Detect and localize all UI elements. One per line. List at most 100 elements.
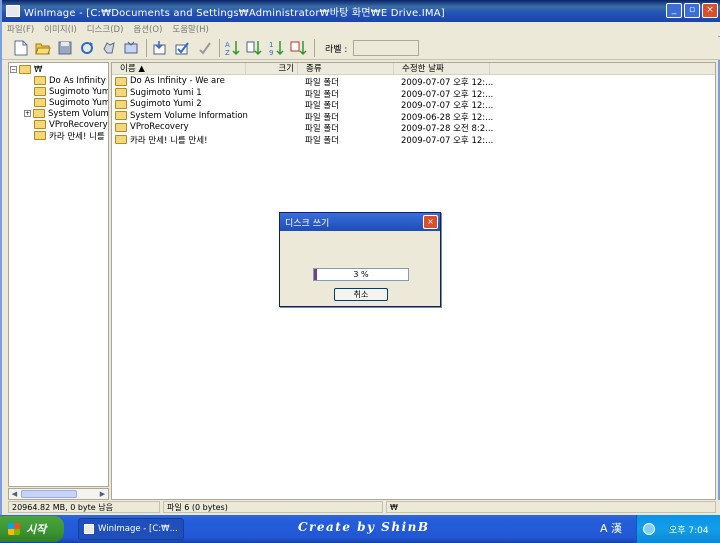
row-type: 파일 폴더 — [305, 101, 339, 111]
table-row[interactable]: Do As Infinity - We are 파일 폴더 2009-07-07… — [112, 76, 715, 88]
taskbar-item-winimage[interactable]: WinImage - [C:₩... — [78, 518, 184, 540]
title-bar[interactable]: WinImage - [C:₩Documents and Settings₩Ad… — [2, 0, 720, 22]
row-name: 카라 만세! 니를 만세! — [130, 135, 208, 146]
progress-bar: 3 % — [313, 268, 409, 281]
tree-item-label: Do As Infinity - We are — [49, 75, 108, 86]
sort-ext-icon[interactable] — [246, 39, 264, 57]
row-name: VProRecovery — [130, 122, 189, 132]
folder-icon — [115, 122, 127, 132]
table-row[interactable]: VProRecovery 파일 폴더 2009-07-28 오전 8:2... — [112, 122, 715, 134]
status-file-count: 파일 6 (0 bytes) — [163, 501, 383, 513]
folder-icon — [34, 87, 46, 96]
winimage-window: WinImage - [C:₩Documents and Settings₩Ad… — [0, 0, 720, 515]
status-free-space: 20964.82 MB, 0 byte 남음 — [8, 501, 160, 513]
hand-icon[interactable] — [100, 39, 118, 57]
system-tray: 오후 7:04 — [636, 515, 720, 543]
sort-size-icon[interactable]: 19 — [268, 39, 286, 57]
row-name: Sugimoto Yumi 2 — [130, 99, 202, 109]
row-type: 파일 폴더 — [305, 112, 339, 123]
row-date: 2009-07-28 오전 8:2... — [401, 124, 494, 134]
menu-help[interactable]: 도움말(H) — [167, 23, 213, 35]
tree-root[interactable]: − ₩ — [10, 64, 42, 75]
menu-image[interactable]: 이미지(I) — [39, 23, 82, 35]
menu-disk[interactable]: 디스크(D) — [82, 23, 129, 35]
tree-item[interactable]: VProRecovery — [34, 119, 108, 130]
row-date: 2009-06-28 오후 12:... — [401, 112, 494, 123]
sort-az-icon[interactable]: AZ — [224, 39, 242, 57]
svg-text:Z: Z — [225, 49, 230, 57]
dialog-title-bar[interactable]: 디스크 쓰기 — [280, 213, 440, 231]
new-file-icon[interactable] — [12, 39, 30, 57]
volume-label-field[interactable] — [353, 40, 420, 56]
disk-write-dialog: 디스크 쓰기 × 3 % 취소 — [279, 212, 441, 307]
svg-text:A: A — [225, 41, 230, 49]
check-icon[interactable] — [173, 39, 191, 57]
scroll-thumb[interactable] — [21, 490, 77, 498]
tree-item[interactable]: Sugimoto Yumi 2 — [34, 97, 108, 108]
dialog-title: 디스크 쓰기 — [285, 218, 330, 229]
dialog-close-button[interactable]: × — [423, 215, 438, 229]
column-name[interactable]: 이름 ▲ — [112, 63, 246, 75]
toolbar-separator — [314, 39, 315, 57]
row-date: 2009-07-07 오후 12:... — [401, 78, 494, 88]
save-disk-icon[interactable] — [56, 39, 74, 57]
folder-open-icon — [19, 65, 31, 74]
caption-buttons: _ ▫ × — [666, 3, 718, 18]
window-title: WinImage - [C:₩Documents and Settings₩Ad… — [24, 7, 445, 19]
close-button[interactable]: × — [702, 3, 718, 18]
tree-horizontal-scrollbar[interactable]: ◀ ▶ — [8, 488, 109, 500]
scroll-left-icon[interactable]: ◀ — [9, 489, 20, 499]
toolbar-separator — [146, 39, 147, 57]
sort-date-icon[interactable] — [290, 39, 308, 57]
app-icon — [84, 524, 94, 534]
scroll-right-icon[interactable]: ▶ — [97, 489, 108, 499]
row-type: 파일 폴더 — [305, 124, 339, 134]
menu-options[interactable]: 옵션(O) — [128, 23, 167, 35]
row-type: 파일 폴더 — [305, 135, 339, 146]
tree-item[interactable]: Do As Infinity - We are — [34, 75, 108, 86]
folder-icon — [34, 98, 46, 107]
row-name: System Volume Information — [130, 110, 248, 121]
tree-item[interactable]: Sugimoto Yumi 1 — [34, 86, 108, 97]
progress-text: 3 % — [353, 270, 369, 279]
tray-clock[interactable]: 오후 7:04 — [669, 523, 709, 536]
minimize-button[interactable]: _ — [666, 3, 682, 18]
tree-item[interactable]: 카라 만세! 니를 만세! — [34, 130, 108, 142]
status-bar: 20964.82 MB, 0 byte 남음 파일 6 (0 bytes) ₩ — [2, 500, 720, 515]
taskbar: 시작 WinImage - [C:₩... Create by ShinB A … — [0, 515, 720, 543]
column-filler — [490, 63, 715, 75]
folder-icon — [115, 99, 127, 109]
start-button[interactable]: 시작 — [0, 516, 64, 542]
table-row[interactable]: Sugimoto Yumi 1 파일 폴더 2009-07-07 오후 12:.… — [112, 88, 715, 100]
expand-icon[interactable]: + — [24, 110, 31, 117]
tree-item-label: Sugimoto Yumi 1 — [49, 86, 108, 97]
rotate-icon[interactable] — [78, 39, 96, 57]
label-caption: 라벨 : — [325, 44, 348, 55]
open-folder-icon[interactable] — [34, 39, 52, 57]
table-row[interactable]: System Volume Information 파일 폴더 2009-06-… — [112, 110, 715, 123]
table-row[interactable]: Sugimoto Yumi 2 파일 폴더 2009-07-07 오후 12:.… — [112, 99, 715, 111]
tray-speaker-icon[interactable] — [643, 523, 655, 535]
maximize-button[interactable]: ▫ — [684, 3, 700, 18]
tree-root-label: ₩ — [34, 64, 43, 75]
ime-indicator[interactable]: A 漢 — [600, 519, 634, 539]
table-row[interactable]: 카라 만세! 니를 만세! 파일 폴더 2009-07-07 오후 12:... — [112, 134, 715, 146]
extract-icon[interactable] — [122, 39, 140, 57]
list-header: 이름 ▲ 크기 종류 수정한 날짜 — [112, 63, 715, 75]
column-size[interactable]: 크기 — [246, 63, 298, 75]
row-date: 2009-07-07 오후 12:... — [401, 89, 494, 100]
cancel-button[interactable]: 취소 — [334, 288, 388, 301]
app-icon[interactable] — [6, 5, 20, 17]
collapse-icon[interactable]: − — [10, 66, 17, 73]
column-type[interactable]: 종류 — [298, 63, 394, 75]
inject-icon[interactable] — [151, 39, 169, 57]
folder-tree[interactable]: − ₩ Do As Infinity - We are Sugimoto Yum… — [8, 62, 109, 487]
row-type: 파일 폴더 — [305, 89, 339, 100]
tree-item[interactable]: + System Volume Information — [24, 108, 108, 119]
folder-icon — [115, 111, 127, 120]
row-date: 2009-07-07 오후 12:... — [401, 135, 494, 146]
folder-icon — [34, 76, 46, 85]
menu-file[interactable]: 파일(F) — [2, 23, 39, 35]
column-date[interactable]: 수정한 날짜 — [394, 63, 490, 75]
properties-icon[interactable] — [195, 39, 213, 57]
